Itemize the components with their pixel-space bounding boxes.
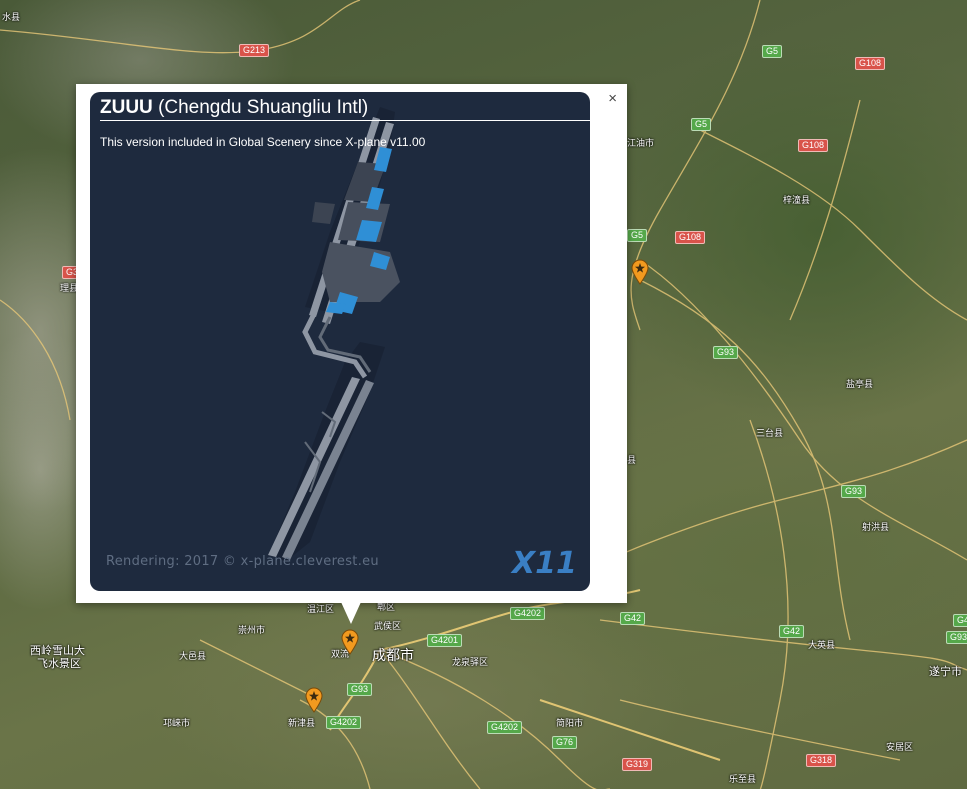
- airport-marker-icon[interactable]: [631, 259, 649, 285]
- place-label: 梓潼县: [783, 195, 811, 205]
- airport-marker-icon[interactable]: [341, 629, 359, 655]
- airport-marker-icon[interactable]: [305, 687, 323, 713]
- highway-shield: G213: [239, 44, 270, 57]
- highway-shield: G42: [620, 612, 646, 625]
- highway-shield: G4202: [510, 607, 546, 620]
- place-label: 江油市: [627, 138, 655, 148]
- place-label: 成都市: [372, 647, 414, 663]
- popup-title: ZUUU (Chengdu Shuangliu Intl): [100, 97, 590, 121]
- place-label: 县: [627, 455, 637, 465]
- rendering-credit: Rendering: 2017 © x-plane.cleverest.eu: [106, 554, 379, 569]
- airport-name: (Chengdu Shuangliu Intl): [158, 97, 369, 118]
- close-popup-button[interactable]: ×: [608, 91, 617, 107]
- highway-shield: G319: [622, 758, 653, 771]
- highway-shield: G108: [855, 57, 886, 70]
- highway-shield: G93: [713, 346, 739, 359]
- highway-shield: G318: [806, 754, 837, 767]
- place-label: 大英县: [808, 640, 836, 650]
- highway-shield: G76: [552, 736, 578, 749]
- highway-shield: G108: [675, 231, 706, 244]
- highway-shield: G5: [762, 45, 783, 58]
- highway-shield: G42: [779, 625, 805, 638]
- place-label: 盐亭县: [846, 379, 874, 389]
- place-label: 遂宁市: [929, 666, 962, 678]
- logo-text: X11: [510, 546, 577, 578]
- highway-shield: G5: [627, 229, 648, 242]
- version-info: This version included in Global Scenery …: [100, 135, 426, 149]
- airport-info-popup: × ZUUU (Chengdu Shuangliu Intl) This ver…: [76, 84, 627, 603]
- place-label: 崇州市: [238, 625, 266, 635]
- place-label: 邛崃市: [163, 718, 191, 728]
- highway-shield: G4201: [427, 634, 463, 647]
- place-label: 温江区: [307, 604, 335, 614]
- highway-shield: G5: [691, 118, 712, 131]
- place-label: 简阳市: [556, 718, 584, 728]
- xplane-logo: X11: [510, 546, 577, 578]
- highway-shield: G4202: [326, 716, 362, 729]
- place-label: 三台县: [756, 428, 784, 438]
- place-label: 乐至县: [729, 774, 757, 784]
- highway-shield: G4202: [487, 721, 523, 734]
- place-label: 水县: [2, 12, 21, 22]
- place-label: 龙泉驿区: [452, 657, 489, 667]
- place-label: 安居区: [886, 742, 914, 752]
- airport-card: ZUUU (Chengdu Shuangliu Intl) This versi…: [90, 92, 590, 591]
- airport-layout-rendering: [268, 107, 400, 562]
- highway-shield: G93: [347, 683, 373, 696]
- airport-code: ZUUU: [100, 97, 153, 118]
- place-label: 射洪县: [862, 522, 890, 532]
- place-label: 飞水景区: [37, 658, 81, 670]
- highway-shield: G108: [798, 139, 829, 152]
- highway-shield: G4: [953, 614, 967, 627]
- place-label: 武侯区: [374, 621, 402, 631]
- popup-pointer: [341, 602, 361, 624]
- place-label: 大邑县: [179, 651, 207, 661]
- highway-shield: G93: [841, 485, 867, 498]
- highway-shield: G93: [946, 631, 967, 644]
- place-label: 新津县: [288, 718, 316, 728]
